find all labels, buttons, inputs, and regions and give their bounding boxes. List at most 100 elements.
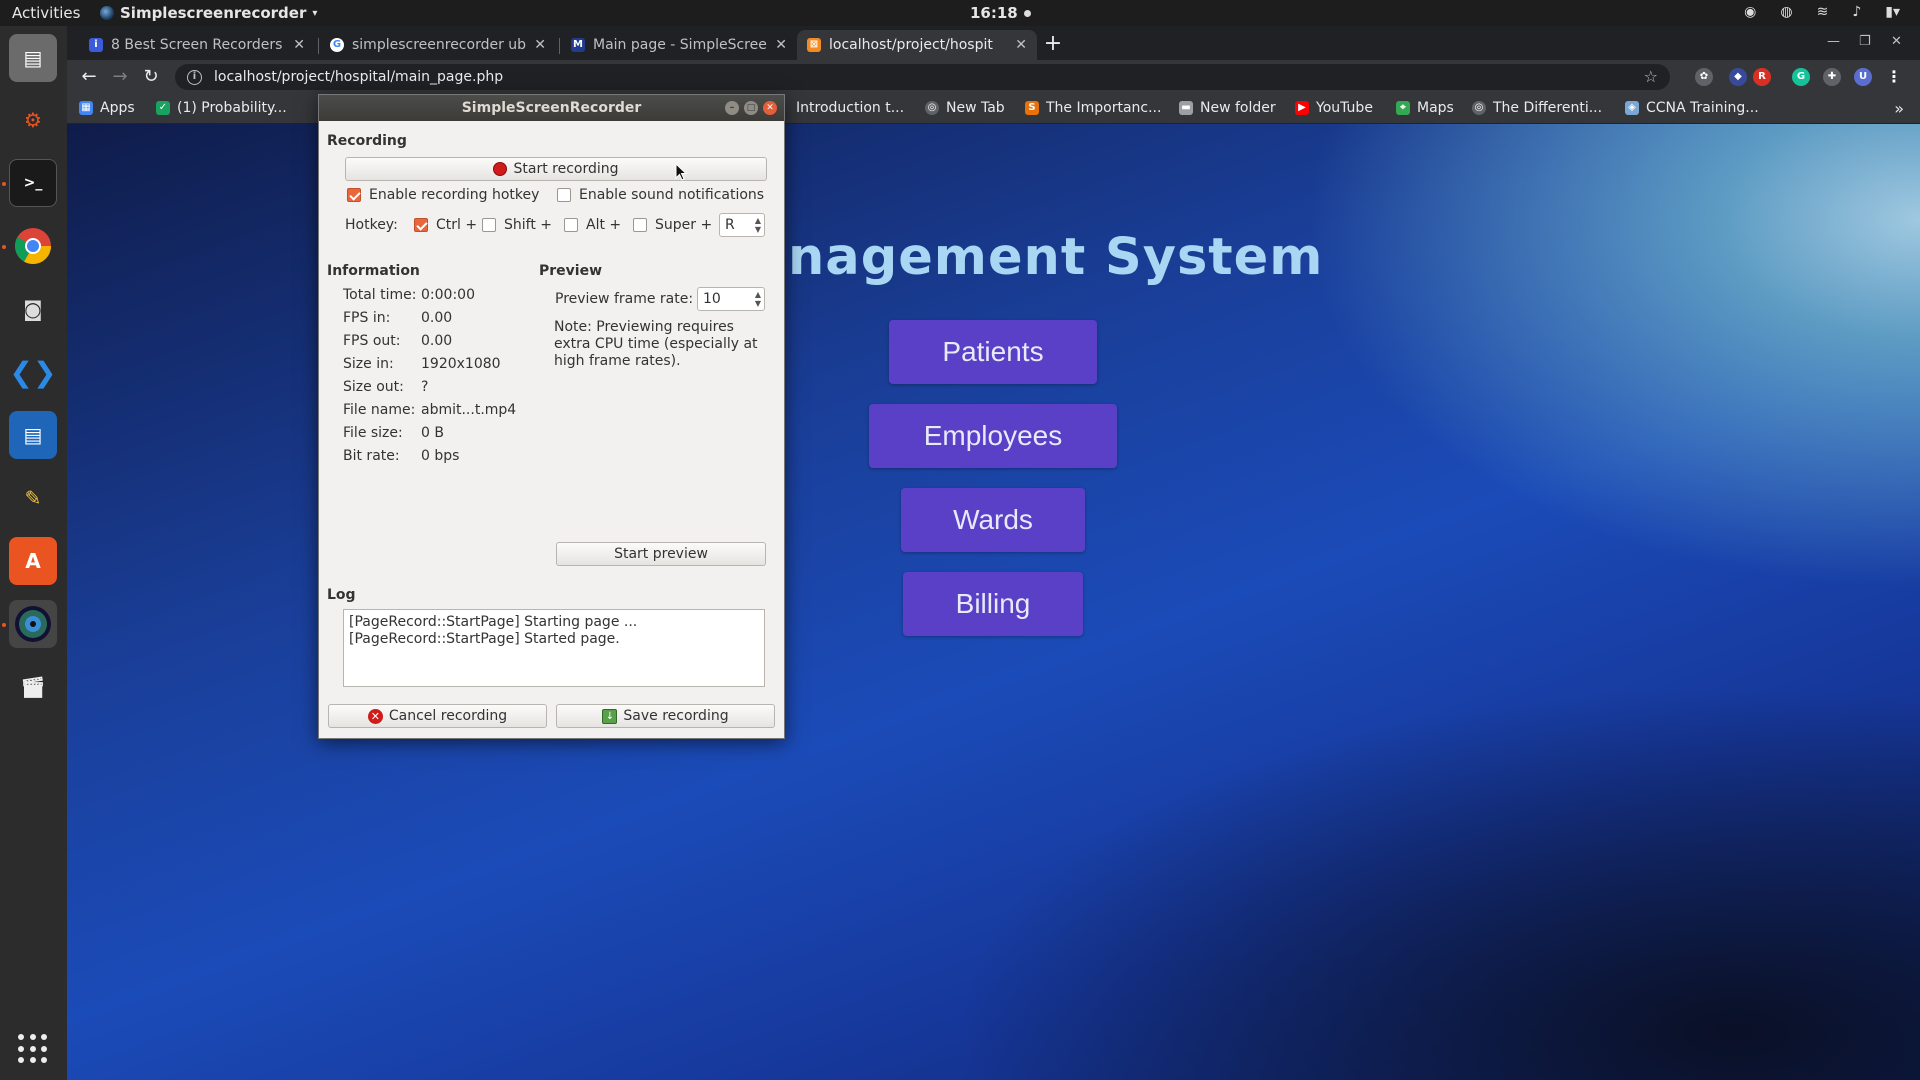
activities-button[interactable]: Activities [12, 4, 80, 22]
ctrl-checkbox[interactable]: Ctrl + [414, 217, 477, 233]
preview-rate-value: 10 [703, 291, 721, 307]
start-recording-button[interactable]: Start recording [345, 157, 767, 181]
bookmark-new-folder[interactable]: ▬ New folder [1179, 100, 1276, 116]
bookmark-star-icon[interactable]: ☆ [1644, 67, 1658, 86]
checkbox-checked [414, 218, 428, 232]
save-recording-button[interactable]: ↓ Save recording [556, 704, 775, 728]
terminal-icon[interactable]: >_ [9, 159, 57, 207]
minimize-icon[interactable]: – [725, 101, 739, 115]
info-key: FPS out: [343, 333, 401, 349]
chrome-tray-icon[interactable]: ◍ [1780, 4, 1792, 20]
alt-checkbox[interactable]: Alt + [564, 217, 621, 233]
clock[interactable]: 16:18 [970, 4, 1031, 22]
running-indicator [2, 245, 6, 249]
extension-icon[interactable]: R [1753, 68, 1771, 86]
grammarly-icon[interactable]: G [1792, 68, 1810, 86]
close-icon[interactable]: ✕ [763, 101, 777, 115]
settings-icon[interactable]: ⚙ [9, 96, 57, 144]
system-tray: ◉ ◍ ≋ ♪ ▮▾ [1744, 4, 1900, 20]
extensions-puzzle-icon[interactable]: ✚ [1823, 68, 1841, 86]
menu-dots-icon[interactable]: ⋮ [1885, 68, 1903, 86]
more-bookmarks-icon[interactable]: » [1894, 99, 1904, 118]
tab-main-page[interactable]: M Main page - SimpleScreen ✕ [561, 30, 797, 60]
log-section-title: Log [327, 587, 356, 603]
checkbox-unchecked [482, 218, 496, 232]
tab-google-search[interactable]: G simplescreenrecorder ub ✕ [320, 30, 556, 60]
bookmark-favicon-icon: ◈ [1625, 101, 1639, 115]
info-key: File size: [343, 425, 403, 441]
volume-icon[interactable]: ♪ [1852, 4, 1861, 20]
tab-title: localhost/project/hospit [829, 37, 993, 53]
youtube-icon: ▶ [1295, 101, 1309, 115]
bookmark-label: New Tab [946, 100, 1005, 116]
maximize-icon[interactable]: □ [744, 101, 758, 115]
bookmark-introduction[interactable]: Introduction t... [796, 100, 904, 116]
files-icon[interactable]: ▤ [9, 34, 57, 82]
extension-icon[interactable]: ◆ [1729, 68, 1747, 86]
show-applications-icon[interactable] [18, 1034, 48, 1064]
site-info-icon[interactable]: i [187, 69, 202, 85]
battery-icon[interactable]: ▮▾ [1885, 4, 1900, 20]
close-icon[interactable]: ✕ [1015, 37, 1027, 53]
wards-button[interactable]: Wards [901, 488, 1085, 552]
bookmark-maps[interactable]: ⌖ Maps [1396, 100, 1454, 116]
recorder-dock-icon[interactable] [9, 600, 57, 648]
gnome-top-bar: Activities Simplescreenrecorder ▾ 16:18 … [0, 0, 1920, 26]
camera-icon[interactable]: ◙ [9, 285, 57, 333]
vscode-icon[interactable]: ❮❯ [9, 348, 57, 396]
close-icon[interactable]: ✕ [293, 37, 305, 53]
cancel-icon: ✕ [367, 708, 383, 724]
enable-sound-checkbox[interactable]: Enable sound notifications [557, 187, 764, 203]
patients-button[interactable]: Patients [889, 320, 1097, 384]
extension-icon[interactable]: ✿ [1695, 68, 1713, 86]
app-menu[interactable]: Simplescreenrecorder ▾ [100, 4, 317, 22]
software-center-icon[interactable]: A [9, 537, 57, 585]
save-recording-label: Save recording [623, 708, 729, 724]
cancel-recording-button[interactable]: ✕ Cancel recording [328, 704, 547, 728]
enable-hotkey-checkbox[interactable]: Enable recording hotkey [347, 187, 539, 203]
tab-screen-recorders[interactable]: i 8 Best Screen Recorders f ✕ [79, 30, 315, 60]
wifi-icon[interactable]: ≋ [1817, 4, 1829, 20]
window-close-icon[interactable]: ✕ [1891, 34, 1902, 49]
video-editor-icon[interactable]: 🎬︎ [9, 663, 57, 711]
cancel-recording-label: Cancel recording [388, 708, 508, 724]
tab-localhost[interactable]: ⊠ localhost/project/hospit ✕ [797, 30, 1037, 60]
bookmark-differentiation[interactable]: ◎ The Differenti... [1472, 100, 1602, 116]
recording-indicator-icon[interactable]: ◉ [1744, 4, 1756, 20]
record-icon [493, 162, 508, 176]
tab-separator [318, 38, 319, 54]
bookmark-probability[interactable]: ✓ (1) Probability... [156, 100, 287, 116]
bookmark-importance[interactable]: S The Importanc... [1025, 100, 1161, 116]
bookmark-youtube[interactable]: ▶ YouTube [1295, 100, 1373, 116]
xampp-favicon-icon: ⊠ [807, 38, 821, 52]
close-icon[interactable]: ✕ [775, 37, 787, 53]
bookmark-new-tab[interactable]: ◎ New Tab [925, 100, 1005, 116]
log-textbox[interactable]: [PageRecord::StartPage] Starting page ..… [343, 609, 765, 687]
close-icon[interactable]: ✕ [534, 37, 546, 53]
bookmark-apps[interactable]: ▦ Apps [79, 100, 135, 116]
chrome-icon[interactable] [9, 222, 57, 270]
restore-icon[interactable]: ❐ [1859, 34, 1871, 49]
forward-icon[interactable]: → [108, 65, 132, 89]
employees-button[interactable]: Employees [869, 404, 1117, 468]
new-tab-button[interactable]: + [1039, 32, 1067, 58]
reload-icon[interactable]: ↻ [139, 65, 163, 89]
address-bar[interactable]: i localhost/project/hospital/main_page.p… [175, 64, 1670, 90]
bookmark-label: Introduction t... [796, 100, 905, 116]
info-value: 0.00 [421, 310, 453, 326]
bookmark-label: The Importanc... [1046, 100, 1162, 116]
start-preview-button[interactable]: Start preview [556, 542, 766, 566]
billing-button[interactable]: Billing [903, 572, 1083, 636]
preview-rate-spinbox[interactable]: 10 ▲ ▼ [697, 287, 765, 311]
super-checkbox[interactable]: Super + [633, 217, 712, 233]
profile-avatar[interactable]: U [1854, 68, 1872, 86]
text-editor-icon[interactable]: ✎ [9, 474, 57, 522]
recorder-titlebar[interactable]: SimpleScreenRecorder [319, 95, 784, 121]
shift-checkbox[interactable]: Shift + [482, 217, 552, 233]
recorder-app-icon [100, 6, 114, 20]
hotkey-key-select[interactable]: R ▲ ▼ [719, 213, 765, 237]
bookmark-ccna[interactable]: ◈ CCNA Training... [1625, 100, 1759, 116]
minimize-icon[interactable]: — [1827, 34, 1840, 49]
writer-icon[interactable]: ▤ [9, 411, 57, 459]
back-icon[interactable]: ← [77, 65, 101, 89]
